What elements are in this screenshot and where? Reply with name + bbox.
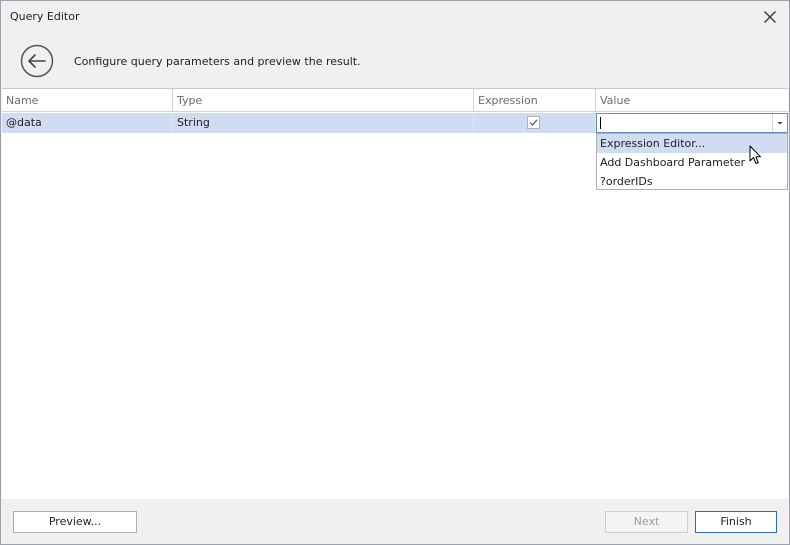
page-subtitle: Configure query parameters and preview t… bbox=[74, 55, 361, 68]
window-title: Query Editor bbox=[10, 10, 80, 23]
column-header-expression[interactable]: Expression bbox=[474, 89, 596, 112]
preview-button[interactable]: Preview... bbox=[13, 511, 137, 533]
mouse-pointer-icon bbox=[749, 145, 763, 165]
cell-expression[interactable] bbox=[474, 113, 596, 133]
title-bar: Query Editor bbox=[1, 1, 789, 33]
arrow-left-icon[interactable] bbox=[20, 44, 54, 78]
chevron-down-icon[interactable] bbox=[772, 114, 787, 132]
wizard-footer: Preview... Next Finish bbox=[1, 499, 789, 544]
finish-button[interactable]: Finish bbox=[695, 511, 777, 533]
column-header-name[interactable]: Name bbox=[2, 89, 173, 112]
column-header-value[interactable]: Value bbox=[596, 89, 788, 112]
text-caret bbox=[600, 117, 601, 129]
cell-type[interactable]: String bbox=[173, 113, 474, 133]
next-button[interactable]: Next bbox=[605, 511, 688, 533]
expression-checkbox[interactable] bbox=[527, 116, 540, 129]
query-editor-window: Query Editor Configure query parameters … bbox=[0, 0, 790, 545]
value-editor[interactable] bbox=[596, 113, 788, 133]
column-header-type[interactable]: Type bbox=[173, 89, 474, 112]
cell-name[interactable]: @data bbox=[2, 113, 173, 133]
wizard-header: Configure query parameters and preview t… bbox=[1, 33, 789, 87]
checkmark-icon bbox=[529, 119, 538, 126]
close-icon[interactable] bbox=[761, 8, 779, 26]
dropdown-item-orderids[interactable]: ?orderIDs bbox=[597, 172, 787, 191]
